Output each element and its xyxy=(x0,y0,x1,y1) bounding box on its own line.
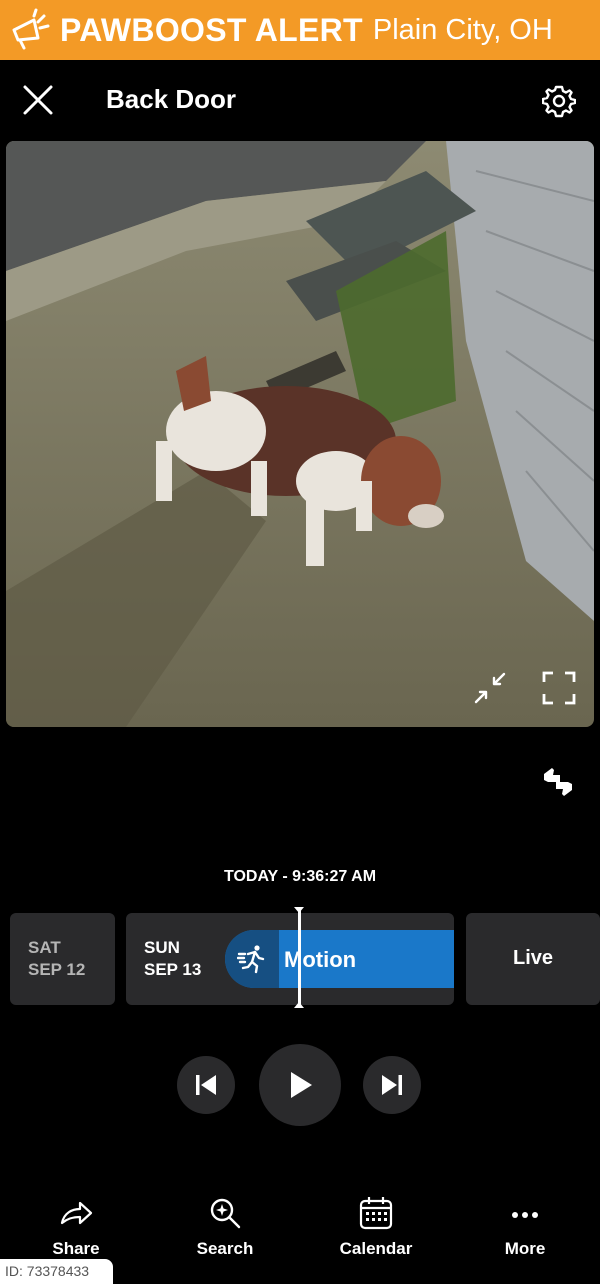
camera-snapshot-image xyxy=(6,141,594,727)
watermark-id: ID: 73378433 xyxy=(0,1259,113,1284)
playhead-bottom-tip xyxy=(294,1002,304,1008)
close-icon[interactable] xyxy=(20,82,56,118)
playhead-top-tip xyxy=(294,907,304,913)
timeline-day-sat[interactable]: SAT SEP 12 xyxy=(10,913,115,1005)
search-icon xyxy=(210,1198,241,1229)
camera-video[interactable] xyxy=(6,141,594,727)
thumbs-feedback-icon[interactable] xyxy=(540,764,576,800)
banner-brand: PAWBOOST ALERT xyxy=(60,11,363,48)
fullscreen-icon[interactable] xyxy=(541,670,577,706)
nav-share[interactable]: Share xyxy=(16,1195,136,1259)
page-title: Back Door xyxy=(106,84,237,114)
nav-calendar[interactable]: Calendar xyxy=(316,1195,436,1259)
megaphone-icon xyxy=(12,8,50,50)
day-label: SAT SEP 12 xyxy=(28,938,86,979)
live-label: Live xyxy=(512,947,554,969)
collapse-icon[interactable] xyxy=(472,670,508,706)
skip-next-icon xyxy=(382,1075,402,1095)
nav-more-label: More xyxy=(504,1239,546,1258)
pawboost-banner: PAWBOOST ALERT Plain City, OH xyxy=(0,0,600,60)
calendar-icon xyxy=(359,1197,393,1230)
nav-search-label: Search xyxy=(196,1239,254,1258)
share-icon xyxy=(60,1201,93,1225)
gear-icon[interactable] xyxy=(542,84,576,118)
skip-previous-icon xyxy=(196,1075,216,1095)
skip-previous-button[interactable] xyxy=(177,1056,235,1114)
motion-icon-wrap xyxy=(225,930,279,988)
nav-more[interactable]: More xyxy=(465,1195,585,1259)
live-button[interactable]: Live xyxy=(466,913,600,1005)
timeline-timestamp: TODAY - 9:36:27 AM xyxy=(223,868,377,885)
nav-calendar-label: Calendar xyxy=(339,1239,413,1258)
header: Back Door xyxy=(0,60,600,140)
motion-label: Motion xyxy=(284,947,357,972)
play-button[interactable] xyxy=(259,1044,341,1126)
banner-location: Plain City, OH xyxy=(372,13,553,46)
motion-event[interactable]: Motion xyxy=(225,930,454,988)
motion-runner-icon xyxy=(237,945,265,974)
nav-share-label: Share xyxy=(52,1239,100,1258)
day-label: SUN SEP 13 xyxy=(144,938,202,979)
play-icon xyxy=(291,1072,312,1098)
more-icon xyxy=(512,1212,538,1218)
timeline-playhead[interactable] xyxy=(298,909,301,1007)
nav-search[interactable]: Search xyxy=(165,1195,285,1259)
skip-next-button[interactable] xyxy=(363,1056,421,1114)
